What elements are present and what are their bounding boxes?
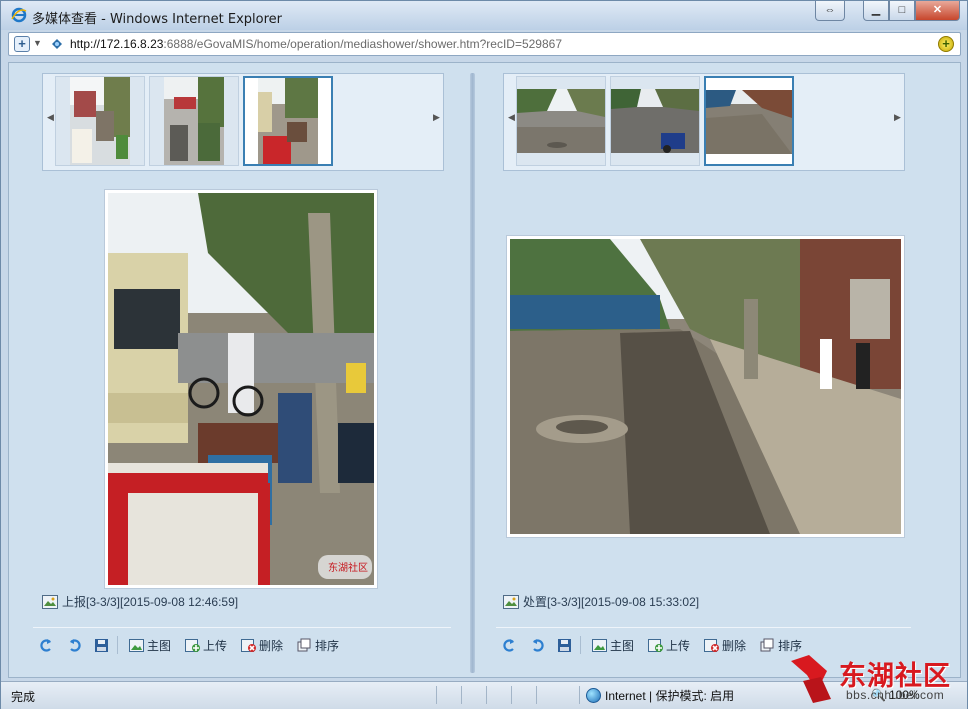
delete-button[interactable]: 删除 <box>241 635 283 655</box>
main-image-button[interactable]: 主图 <box>592 635 634 655</box>
status-separator <box>436 686 437 704</box>
rotate-right-icon <box>70 638 81 652</box>
sort-icon <box>297 638 311 651</box>
add-favorite-icon[interactable]: + <box>14 36 30 52</box>
media-viewer: ◀ ▶ 东湖社区 上报[3-3/3][2015-09-08 12:46:59] … <box>8 62 961 678</box>
upload-button[interactable]: 上传 <box>185 635 227 655</box>
save-button[interactable] <box>557 635 572 655</box>
delete-label: 删除 <box>722 638 747 653</box>
thumbnail-1[interactable] <box>55 76 145 166</box>
scroll-left-icon[interactable]: ◀ <box>508 112 515 123</box>
report-toolbar: 主图 上传 删除 排序 <box>39 635 449 657</box>
scroll-left-icon[interactable]: ◀ <box>47 112 54 123</box>
address-bar[interactable]: + ▼ http://172.16.8.23:6888/eGovaMIS/hom… <box>8 32 961 56</box>
status-separator <box>461 686 462 704</box>
ie-window: 多媒体查看 - Windows Internet Explorer ⇔ ▁ □ … <box>0 0 968 709</box>
disposal-caption: 处置[3-3/3][2015-09-08 15:33:02] <box>503 593 699 610</box>
page-icon <box>52 39 62 49</box>
thumbnail-3[interactable] <box>243 76 333 166</box>
rotate-right-button[interactable] <box>67 635 82 655</box>
delete-label: 删除 <box>259 638 284 653</box>
save-icon <box>95 638 108 652</box>
chevron-down-icon[interactable]: ▼ <box>33 38 42 48</box>
go-icon[interactable]: + <box>938 36 954 52</box>
main-image-label: 主图 <box>610 638 635 653</box>
status-separator <box>486 686 487 704</box>
report-caption: 上报[3-3/3][2015-09-08 12:46:59] <box>42 593 238 610</box>
rotate-right-icon <box>533 638 544 652</box>
url-path: :6888/eGovaMIS/home/operation/mediashowe… <box>163 37 562 51</box>
close-button[interactable]: ✕ <box>915 1 960 21</box>
status-text: 完成 <box>11 690 36 704</box>
divider-line <box>33 627 451 628</box>
rotate-left-icon <box>40 638 51 652</box>
globe-icon <box>586 688 601 703</box>
photo-watermark: 东湖社区 <box>328 561 368 574</box>
image-icon <box>42 595 58 609</box>
thumbnail-2[interactable] <box>149 76 239 166</box>
sort-button[interactable]: 排序 <box>297 635 339 655</box>
sort-label: 排序 <box>315 638 340 653</box>
status-separator <box>536 686 537 704</box>
status-separator <box>511 686 512 704</box>
url-host: http://172.16.8.23 <box>70 37 164 51</box>
thumbnail-strip: ◀ ▶ <box>42 73 444 171</box>
thumbnail-strip: ◀ ▶ <box>503 73 905 171</box>
ie-logo-icon <box>11 7 27 23</box>
report-panel: ◀ ▶ 东湖社区 上报[3-3/3][2015-09-08 12:46:59] … <box>9 63 469 677</box>
maximize-button[interactable]: □ <box>889 1 915 21</box>
sort-icon <box>760 638 774 651</box>
image-icon <box>592 638 607 652</box>
title-bar: 多媒体查看 - Windows Internet Explorer ⇔ ▁ □ … <box>1 1 967 30</box>
image-icon <box>129 638 144 652</box>
delete-button[interactable]: 删除 <box>704 635 746 655</box>
upload-label: 上传 <box>666 638 691 653</box>
panel-splitter[interactable] <box>470 73 475 673</box>
disposal-panel: ◀ ▶ 处置[3-3/3][2015-09-08 15:33:02] 主图 上传… <box>479 63 959 677</box>
save-button[interactable] <box>94 635 109 655</box>
main-photo[interactable] <box>506 235 905 538</box>
security-zone-text: Internet | 保护模式: 启用 <box>605 689 735 703</box>
upload-button[interactable]: 上传 <box>648 635 690 655</box>
url-text[interactable]: http://172.16.8.23:6888/eGovaMIS/home/op… <box>70 37 562 51</box>
upload-label: 上传 <box>203 638 228 653</box>
forum-url: bbs.cnhubei.com <box>846 688 945 702</box>
security-zone[interactable]: Internet | 保护模式: 启用 <box>586 687 734 704</box>
street-market-photo: 东湖社区 <box>108 193 374 585</box>
status-separator <box>579 686 580 704</box>
toolbar-separator <box>580 636 581 654</box>
main-image-button[interactable]: 主图 <box>129 635 171 655</box>
main-photo[interactable]: 东湖社区 <box>104 189 378 589</box>
rotate-right-button[interactable] <box>530 635 545 655</box>
rotate-left-button[interactable] <box>502 635 517 655</box>
street-road-photo <box>510 239 901 534</box>
report-caption-text: 上报[3-3/3][2015-09-08 12:46:59] <box>62 595 239 609</box>
rotate-left-button[interactable] <box>39 635 54 655</box>
scroll-right-icon[interactable]: ▶ <box>433 112 440 123</box>
minimize-button[interactable]: ▁ <box>863 1 889 21</box>
thumbnail-1[interactable] <box>516 76 606 166</box>
image-icon <box>503 595 519 609</box>
disposal-caption-text: 处置[3-3/3][2015-09-08 15:33:02] <box>523 595 700 609</box>
upload-icon <box>185 638 200 652</box>
delete-icon <box>704 638 719 652</box>
save-icon <box>558 638 571 652</box>
divider-line <box>496 627 911 628</box>
main-image-label: 主图 <box>147 638 172 653</box>
upload-icon <box>648 638 663 652</box>
thumbnail-2[interactable] <box>610 76 700 166</box>
window-title: 多媒体查看 - Windows Internet Explorer <box>32 12 282 27</box>
scroll-right-icon[interactable]: ▶ <box>894 112 901 123</box>
restore-down-button[interactable]: ⇔ <box>815 1 845 21</box>
rotate-left-icon <box>503 638 514 652</box>
toolbar-separator <box>117 636 118 654</box>
delete-icon <box>241 638 256 652</box>
thumbnail-3[interactable] <box>704 76 794 166</box>
